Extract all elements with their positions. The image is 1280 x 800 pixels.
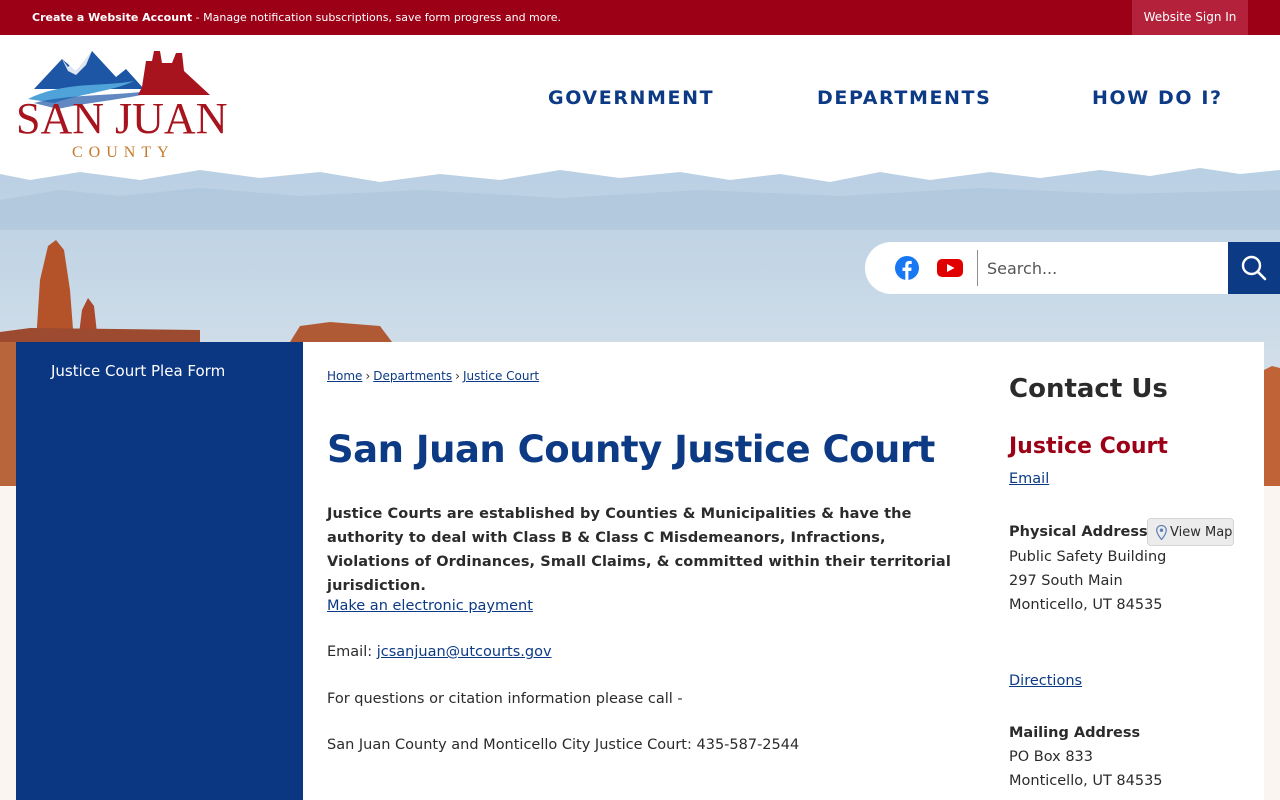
logo-name: SAN JUAN <box>16 94 227 143</box>
top-bar: Create a Website Account - Manage notifi… <box>0 0 1280 35</box>
create-account-desc: - Manage notification subscriptions, sav… <box>192 11 562 24</box>
search-icon <box>1241 255 1267 281</box>
search-input[interactable] <box>987 252 1217 284</box>
breadcrumb-home[interactable]: Home <box>327 369 362 383</box>
contact-department-name: Justice Court <box>1009 434 1168 459</box>
contact-us-heading: Contact Us <box>1009 374 1168 404</box>
page-title: San Juan County Justice Court <box>327 428 935 471</box>
physical-address-line: Monticello, UT 84535 <box>1009 597 1163 613</box>
breadcrumb-separator: › <box>365 369 371 383</box>
mailing-address-line: PO Box 833 <box>1009 749 1094 765</box>
directions-link[interactable]: Directions <box>1009 673 1082 689</box>
create-account-link[interactable]: Create a Website Account <box>32 11 192 24</box>
sidebar-item-justice-court-plea-form[interactable]: Justice Court Plea Form <box>51 362 225 380</box>
logo-subtitle: COUNTY <box>72 144 175 161</box>
sidebar-nav: Justice Court Plea Form <box>16 342 303 800</box>
logo-graphic: SAN JUAN COUNTY <box>16 51 227 161</box>
san-juan-county-logo[interactable]: SAN JUAN COUNTY <box>14 41 244 161</box>
website-sign-in-button[interactable]: Website Sign In <box>1132 0 1248 35</box>
map-pin-icon <box>1156 525 1167 540</box>
nav-government[interactable]: GOVERNMENT <box>548 87 714 109</box>
site-header: SAN JUAN COUNTY GOVERNMENT DEPARTMENTS H… <box>0 35 1280 165</box>
view-map-label: View Map <box>1170 525 1233 540</box>
breadcrumb-separator: › <box>455 369 460 383</box>
view-map-button[interactable]: View Map <box>1147 518 1234 546</box>
questions-text: For questions or citation information pl… <box>327 691 683 707</box>
search-divider <box>977 250 978 286</box>
search-button[interactable] <box>1228 242 1280 294</box>
intro-paragraph: Justice Courts are established by Counti… <box>327 506 951 594</box>
email-link[interactable]: jcsanjuan@utcourts.gov <box>377 644 552 660</box>
search-bar <box>865 242 1228 294</box>
mailing-address-line: Monticello, UT 84535 <box>1009 773 1163 789</box>
facebook-icon[interactable] <box>895 256 919 280</box>
phone-line: San Juan County and Monticello City Just… <box>327 737 800 753</box>
breadcrumb-departments[interactable]: Departments <box>373 369 452 383</box>
email-line: Email: jcsanjuan@utcourts.gov <box>327 644 552 660</box>
electronic-payment-link[interactable]: Make an electronic payment <box>327 598 533 614</box>
physical-address-label: Physical Address <box>1009 524 1148 540</box>
youtube-icon[interactable] <box>937 258 963 278</box>
contact-email-link[interactable]: Email <box>1009 471 1049 487</box>
physical-address-line: 297 South Main <box>1009 573 1123 589</box>
nav-departments[interactable]: DEPARTMENTS <box>817 87 991 109</box>
physical-address-line: Public Safety Building <box>1009 549 1167 565</box>
create-account-message: Create a Website Account - Manage notifi… <box>32 11 561 24</box>
breadcrumb: Home › Departments › Justice Court <box>327 369 539 383</box>
breadcrumb-justice-court[interactable]: Justice Court <box>463 369 539 383</box>
email-label: Email: <box>327 644 377 660</box>
mailing-address-label: Mailing Address <box>1009 725 1141 741</box>
main-content: Home › Departments › Justice Court San Juan … <box>303 342 1264 800</box>
nav-how-do-i[interactable]: HOW DO I? <box>1092 87 1223 109</box>
